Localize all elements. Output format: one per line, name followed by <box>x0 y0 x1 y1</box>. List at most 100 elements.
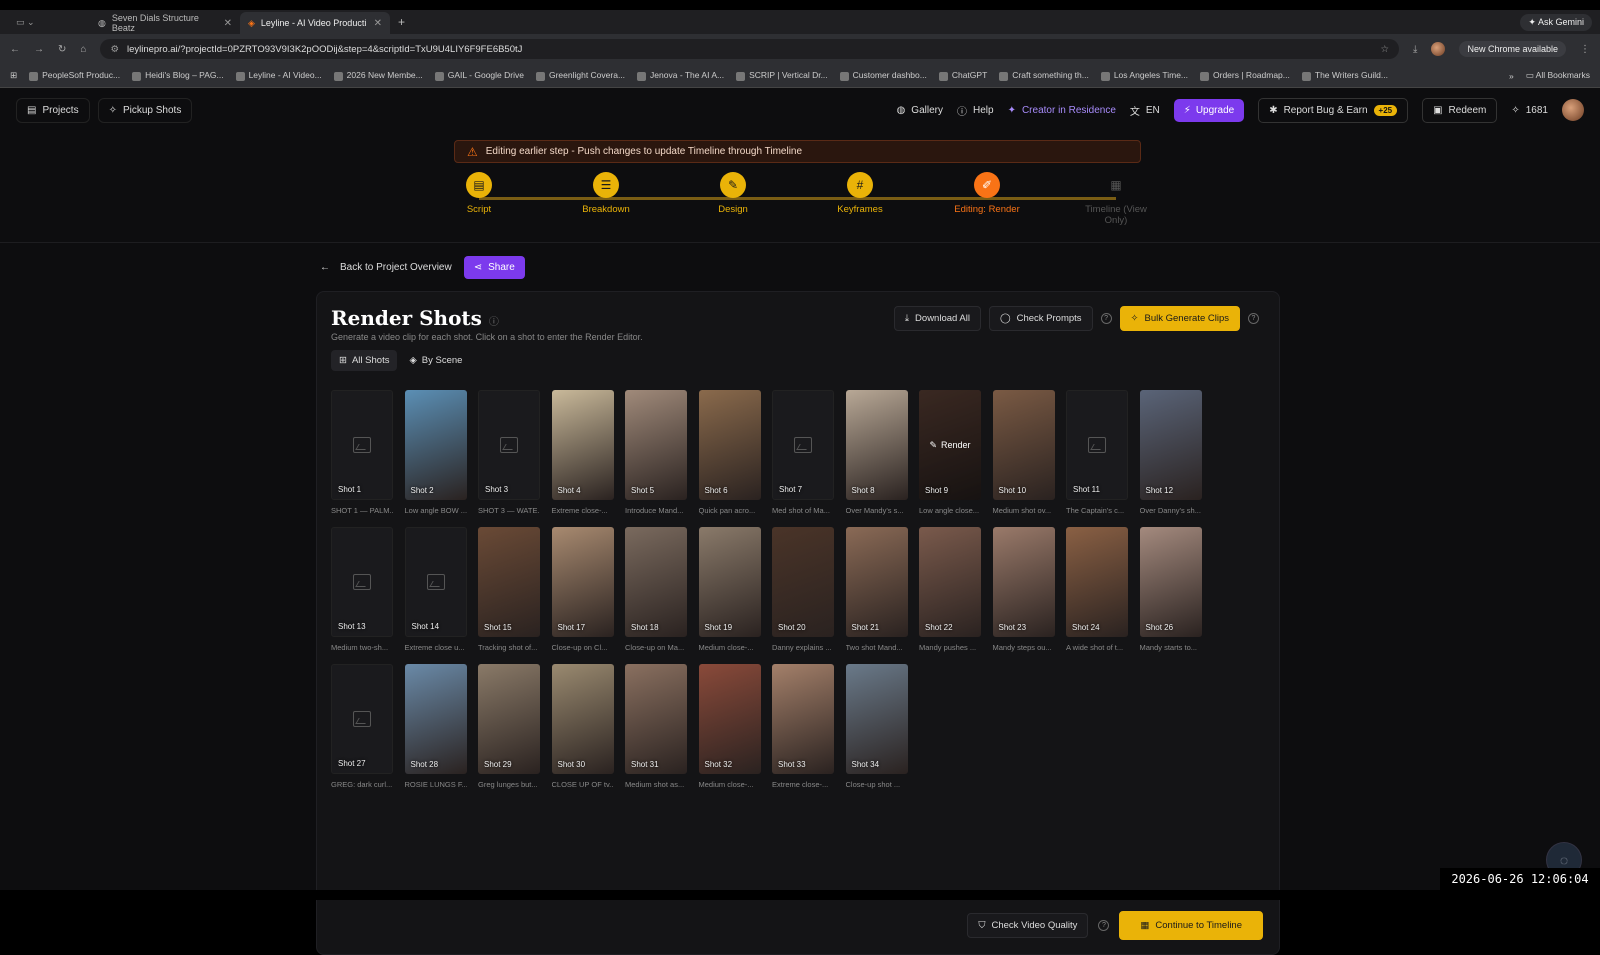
shot-card[interactable]: Shot 33 Extreme close-... <box>772 664 834 789</box>
browser-tab-seven-dials[interactable]: ◍ Seven Dials Structure Beatz ✕ <box>90 12 240 34</box>
continue-to-timeline-button[interactable]: ▦ Continue to Timeline <box>1119 911 1263 940</box>
shot-thumbnail[interactable]: Shot 21 <box>845 527 908 637</box>
shot-card[interactable]: Shot 1 SHOT 1 — PALM... <box>331 390 393 515</box>
shot-placeholder[interactable]: Shot 7 <box>772 390 834 500</box>
bookmark-item[interactable]: GAIL - Google Drive <box>434 70 524 81</box>
home-icon[interactable]: ⌂ <box>80 44 86 55</box>
pickup-shots-button[interactable]: ✧ Pickup Shots <box>97 97 193 123</box>
tab-controls[interactable]: ▭ ⌄ <box>0 17 90 28</box>
close-icon[interactable]: ✕ <box>224 18 232 29</box>
shot-thumbnail[interactable]: Shot 29 <box>478 664 540 774</box>
shot-thumbnail[interactable]: Shot 17 <box>551 527 614 637</box>
close-icon[interactable]: ✕ <box>374 18 382 29</box>
shot-card[interactable]: ✎ Render Shot 9 Low angle close... <box>919 390 981 515</box>
bookmark-item[interactable]: SCRIP | Vertical Dr... <box>736 70 828 81</box>
shot-card[interactable]: Shot 17 Close-up on Cl... <box>551 527 614 652</box>
tab-all-shots[interactable]: ⊞ All Shots <box>331 350 398 371</box>
step-design[interactable]: ✎ Design <box>693 172 773 215</box>
ask-gemini-button[interactable]: ✦ Ask Gemini <box>1520 13 1592 31</box>
shot-thumbnail[interactable]: Shot 12 <box>1139 390 1202 500</box>
shot-card[interactable]: Shot 14 Extreme close u... <box>404 527 467 652</box>
bookmark-item[interactable]: The Writers Guild... <box>1301 70 1388 81</box>
bookmark-item[interactable]: Greenlight Covera... <box>535 70 625 81</box>
help-circle-icon[interactable]: ? <box>1100 313 1112 324</box>
shot-thumbnail[interactable]: Shot 18 <box>625 527 687 637</box>
shot-thumbnail[interactable]: Shot 31 <box>625 664 687 774</box>
shot-thumbnail[interactable]: ✎ Render Shot 9 <box>919 390 981 500</box>
bookmark-item[interactable]: Leyline - AI Video... <box>235 70 322 81</box>
back-arrow-icon[interactable]: ← <box>10 44 20 55</box>
shot-thumbnail[interactable]: Shot 24 <box>1066 527 1128 637</box>
forward-arrow-icon[interactable]: → <box>34 44 44 55</box>
shot-placeholder[interactable]: Shot 11 <box>1066 390 1128 500</box>
shot-thumbnail[interactable]: Shot 4 <box>551 390 614 500</box>
shot-card[interactable]: Shot 13 Medium two-sh... <box>331 527 393 652</box>
shot-placeholder[interactable]: Shot 1 <box>331 390 393 500</box>
shot-card[interactable]: Shot 23 Mandy steps ou... <box>992 527 1055 652</box>
check-video-quality-button[interactable]: ⛉ Check Video Quality <box>967 913 1089 938</box>
bookmark-item[interactable]: Orders | Roadmap... <box>1200 70 1290 81</box>
bookmark-item[interactable]: ChatGPT <box>938 70 987 81</box>
shot-thumbnail[interactable]: Shot 30 <box>551 664 614 774</box>
user-avatar[interactable] <box>1562 99 1584 121</box>
menu-dots-icon[interactable]: ⋮ <box>1580 44 1590 55</box>
shot-card[interactable]: Shot 4 Extreme close-... <box>551 390 614 515</box>
profile-avatar[interactable] <box>1431 42 1446 56</box>
step-script[interactable]: ▤ Script <box>439 172 519 215</box>
bookmark-item[interactable]: Los Angeles Time... <box>1100 70 1188 81</box>
shot-card[interactable]: Shot 32 Medium close-... <box>698 664 761 789</box>
shot-placeholder[interactable]: Shot 3 <box>478 390 540 500</box>
redeem-button[interactable]: ▣ Redeem <box>1422 97 1498 123</box>
back-link[interactable]: ← Back to Project Overview <box>320 262 452 273</box>
shot-card[interactable]: Shot 18 Close-up on Ma... <box>625 527 687 652</box>
bookmark-star-icon[interactable]: ☆ <box>1381 44 1390 55</box>
projects-button[interactable]: ▤ Projects <box>16 97 90 123</box>
bookmark-item[interactable]: Customer dashbo... <box>839 70 927 81</box>
shot-thumbnail[interactable]: Shot 6 <box>698 390 761 500</box>
shot-placeholder[interactable]: Shot 13 <box>331 527 393 637</box>
shot-placeholder[interactable]: Shot 27 <box>331 664 393 774</box>
credits-counter[interactable]: ✧ 1681 <box>1511 105 1548 116</box>
apps-grid-icon[interactable]: ⊞ <box>10 70 17 81</box>
shot-card[interactable]: Shot 30 CLOSE UP OF tv... <box>551 664 614 789</box>
shot-card[interactable]: Shot 21 Two shot Mand... <box>845 527 908 652</box>
shot-card[interactable]: Shot 12 Over Danny's sh... <box>1139 390 1202 515</box>
check-prompts-button[interactable]: ◯ Check Prompts <box>988 306 1093 331</box>
shot-card[interactable]: Shot 22 Mandy pushes ... <box>919 527 981 652</box>
bookmark-item[interactable]: PeopleSoft Produc... <box>29 70 120 81</box>
bookmark-item[interactable]: Heidi's Blog – PAG... <box>132 70 224 81</box>
shot-card[interactable]: Shot 10 Medium shot ov... <box>992 390 1055 515</box>
gallery-link[interactable]: ◍ Gallery <box>897 105 943 116</box>
bookmark-item[interactable]: Craft something th... <box>999 70 1089 81</box>
shot-thumbnail[interactable]: Shot 22 <box>919 527 981 637</box>
shot-card[interactable]: Shot 15 Tracking shot of... <box>478 527 540 652</box>
shot-card[interactable]: Shot 34 Close-up shot ... <box>845 664 908 789</box>
shot-thumbnail[interactable]: Shot 10 <box>992 390 1055 500</box>
upgrade-button[interactable]: ⚡ Upgrade <box>1173 98 1245 122</box>
shot-thumbnail[interactable]: Shot 19 <box>698 527 761 637</box>
shot-card[interactable]: Shot 2 Low angle BOW ... <box>404 390 467 515</box>
shot-thumbnail[interactable]: Shot 32 <box>698 664 761 774</box>
shot-thumbnail[interactable]: Shot 5 <box>625 390 687 500</box>
step-breakdown[interactable]: ☰ Breakdown <box>566 172 646 215</box>
all-bookmarks-folder[interactable]: ▭ All Bookmarks <box>1526 70 1590 81</box>
shot-card[interactable]: Shot 5 Introduce Mand... <box>625 390 687 515</box>
shot-card[interactable]: Shot 26 Mandy starts to... <box>1139 527 1202 652</box>
shot-thumbnail[interactable]: Shot 28 <box>404 664 467 774</box>
site-info-icon[interactable]: ⚙ <box>110 44 119 55</box>
new-tab-icon[interactable]: + <box>398 15 405 29</box>
shot-placeholder[interactable]: Shot 14 <box>404 527 467 637</box>
shot-thumbnail[interactable]: Shot 34 <box>845 664 908 774</box>
shot-card[interactable]: Shot 20 Danny explains ... <box>772 527 834 652</box>
shot-thumbnail[interactable]: Shot 15 <box>478 527 540 637</box>
help-circle-icon[interactable]: ⓘ <box>489 317 499 328</box>
shot-thumbnail[interactable]: Shot 23 <box>992 527 1055 637</box>
download-all-button[interactable]: ⤓ Download All <box>893 306 981 331</box>
shot-thumbnail[interactable]: Shot 20 <box>772 527 834 637</box>
new-chrome-button[interactable]: New Chrome available <box>1459 41 1566 57</box>
shot-card[interactable]: Shot 8 Over Mandy's s... <box>845 390 908 515</box>
help-circle-icon[interactable]: ? <box>1098 920 1110 931</box>
shot-thumbnail[interactable]: Shot 8 <box>845 390 908 500</box>
help-link[interactable]: ⓘ Help <box>957 103 994 118</box>
bulk-generate-button[interactable]: ✧ Bulk Generate Clips <box>1119 306 1240 331</box>
